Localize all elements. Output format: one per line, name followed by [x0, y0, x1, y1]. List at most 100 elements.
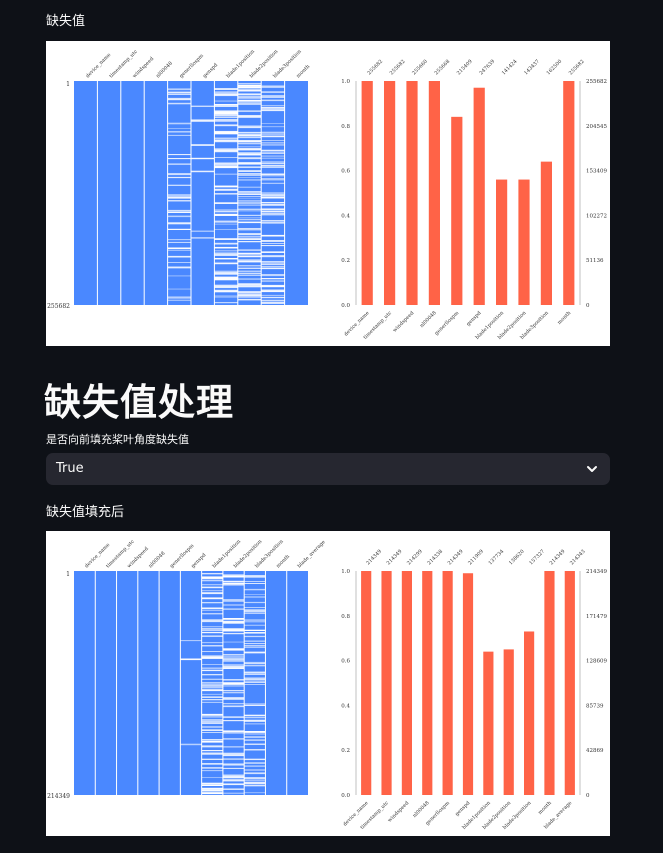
- missing-line: [237, 272, 262, 275]
- missing-line: [237, 102, 262, 104]
- missing-line: [201, 791, 223, 794]
- missing-line: [237, 197, 262, 199]
- matrix-column-label: nl00048: [155, 61, 174, 80]
- missing-line: [261, 131, 285, 133]
- missing-line: [244, 635, 266, 638]
- missing-line: [237, 204, 262, 206]
- missing-line: [167, 91, 191, 93]
- bar-top-label: 215409: [456, 59, 474, 77]
- missing-line: [261, 195, 285, 197]
- matrix-column: [284, 81, 308, 305]
- missing-line: [261, 284, 285, 287]
- missing-line: [244, 758, 266, 761]
- missing-matrix: device_nametimestamp_utcwindspeednl00048…: [47, 538, 327, 800]
- missing-line: [244, 652, 266, 654]
- matrix-column: [74, 571, 96, 795]
- missing-line: [201, 635, 223, 637]
- missing-line: [261, 144, 285, 146]
- missing-line: [214, 221, 238, 223]
- matrix-column-label: windspeed: [132, 55, 156, 79]
- missing-line: [201, 586, 223, 589]
- missing-line: [244, 629, 266, 631]
- matrix-row-top: 1: [66, 81, 70, 88]
- missing-line: [261, 234, 285, 237]
- missing-line: [222, 666, 245, 668]
- missing-line: [244, 731, 266, 733]
- missing-line: [214, 295, 238, 297]
- missing-line: [222, 780, 245, 782]
- missing-line: [214, 189, 238, 191]
- missing-line: [214, 242, 238, 245]
- matrix-row-top: 1: [66, 571, 70, 578]
- matrix-column: [97, 81, 121, 305]
- missing-line: [180, 658, 202, 661]
- missing-line: [244, 588, 266, 591]
- missing-line: [261, 92, 285, 93]
- y-tick-label: 0.6: [341, 169, 350, 175]
- y-tick-label: 0.8: [341, 124, 350, 130]
- bar-top-label: 211909: [467, 549, 485, 567]
- missing-line: [222, 654, 245, 655]
- fill-forward-select[interactable]: True: [46, 453, 610, 485]
- missing-line: [214, 112, 238, 114]
- missing-line: [222, 738, 245, 740]
- missing-line: [244, 594, 266, 595]
- bar: [483, 651, 494, 795]
- missing-line: [201, 607, 223, 609]
- missing-line: [214, 247, 238, 249]
- missing-line: [244, 781, 266, 783]
- missing-line: [261, 193, 285, 195]
- missing-line: [222, 649, 245, 651]
- bar: [451, 116, 463, 305]
- missing-line: [214, 157, 238, 158]
- missing-line: [237, 88, 262, 90]
- missing-line: [167, 266, 191, 268]
- missing-line: [167, 223, 191, 225]
- missing-line: [201, 701, 223, 703]
- missing-line: [214, 202, 238, 204]
- y-tick-label: 0.2: [341, 258, 350, 264]
- missing-line: [201, 746, 223, 748]
- missing-line: [261, 296, 285, 298]
- x-tick-label: nl00048: [419, 310, 438, 329]
- missing-line: [261, 85, 285, 87]
- missing-line: [214, 262, 238, 265]
- matrix-column: [74, 81, 98, 305]
- missing-line: [237, 97, 262, 99]
- missing-line: [222, 690, 245, 691]
- missing-line: [237, 116, 262, 118]
- missing-line: [167, 239, 191, 241]
- missing-line: [244, 673, 266, 675]
- missing-line: [201, 590, 223, 592]
- missing-line: [244, 743, 266, 745]
- missing-line: [201, 720, 223, 722]
- missing-line: [244, 609, 266, 611]
- right-tick-label: 204545: [586, 124, 607, 130]
- missing-line: [214, 131, 238, 132]
- missing-line: [244, 782, 266, 785]
- missing-line: [261, 197, 285, 199]
- missing-line: [261, 135, 285, 138]
- missing-line: [244, 671, 266, 674]
- missing-line: [201, 642, 223, 644]
- missing-line: [201, 739, 223, 741]
- completeness-bar-chart: 0.0 0.2 0.4 0.6 0.8 1.0 0 42869 85739 128609 17147…: [341, 549, 607, 831]
- missing-line: [201, 597, 223, 599]
- missing-line: [261, 161, 285, 163]
- missing-line: [191, 144, 215, 146]
- missing-line: [201, 716, 223, 718]
- missing-line: [167, 88, 191, 91]
- matrix-column: [159, 571, 181, 795]
- missing-line: [261, 91, 285, 93]
- missing-line: [191, 170, 215, 173]
- missing-line: [261, 214, 285, 216]
- missing-line: [214, 166, 238, 169]
- missing-line: [214, 140, 238, 142]
- missing-line: [222, 767, 245, 769]
- missing-line: [214, 116, 238, 118]
- missing-line: [237, 270, 262, 272]
- bar-top-label: 247639: [478, 59, 496, 77]
- missing-line: [201, 689, 223, 692]
- missing-line: [244, 677, 266, 678]
- missing-line: [222, 764, 245, 766]
